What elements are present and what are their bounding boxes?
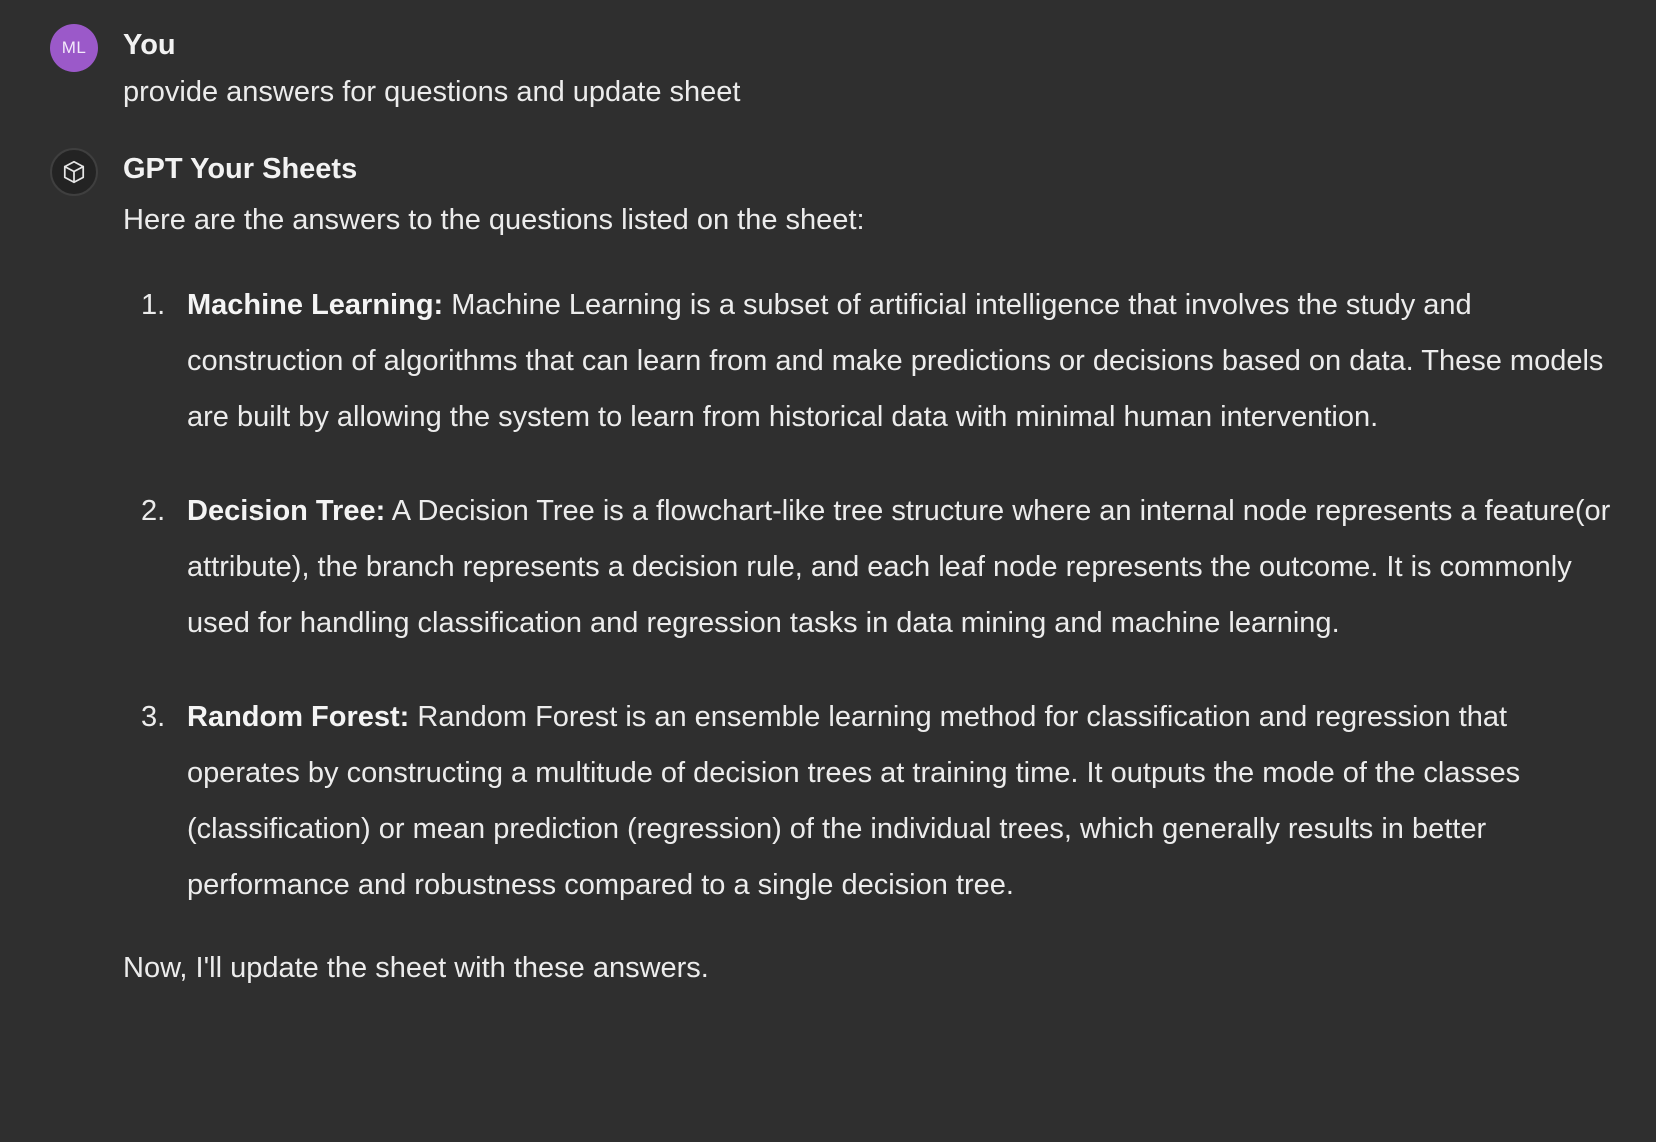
answer-item: 1. Machine Learning: Machine Learning is…: [123, 277, 1616, 445]
answer-term: Decision Tree:: [187, 495, 386, 527]
user-author-name: You: [123, 29, 176, 61]
answer-number: 3.: [141, 701, 166, 733]
answer-number: 2.: [141, 495, 166, 527]
assistant-avatar: [50, 148, 98, 196]
answer-item: 3. Random Forest: Random Forest is an en…: [123, 689, 1616, 913]
user-message-content: You provide answers for questions and up…: [123, 25, 1616, 113]
user-avatar: ML: [50, 24, 98, 72]
assistant-author-name: GPT Your Sheets: [123, 153, 358, 185]
answer-text: A Decision Tree is a flowchart-like tree…: [187, 495, 1611, 639]
answer-item: 2. Decision Tree: A Decision Tree is a f…: [123, 483, 1616, 651]
chat-thread: ML You provide answers for questions and…: [0, 0, 1656, 1142]
user-avatar-initials: ML: [61, 38, 87, 57]
user-message: ML You provide answers for questions and…: [50, 24, 1616, 113]
assistant-message: GPT Your Sheets Here are the answers to …: [50, 148, 1616, 989]
assistant-intro-text: Here are the answers to the questions li…: [123, 204, 865, 236]
assistant-message-content: GPT Your Sheets Here are the answers to …: [123, 149, 1616, 989]
assistant-outro-text: Now, I'll update the sheet with these an…: [123, 952, 709, 984]
answer-number: 1.: [141, 289, 166, 321]
cube-icon: [61, 159, 87, 185]
answer-term: Random Forest:: [187, 701, 410, 733]
answer-term: Machine Learning:: [187, 289, 444, 321]
user-message-text: provide answers for questions and update…: [123, 76, 741, 108]
answers-list: 1. Machine Learning: Machine Learning is…: [123, 277, 1616, 913]
